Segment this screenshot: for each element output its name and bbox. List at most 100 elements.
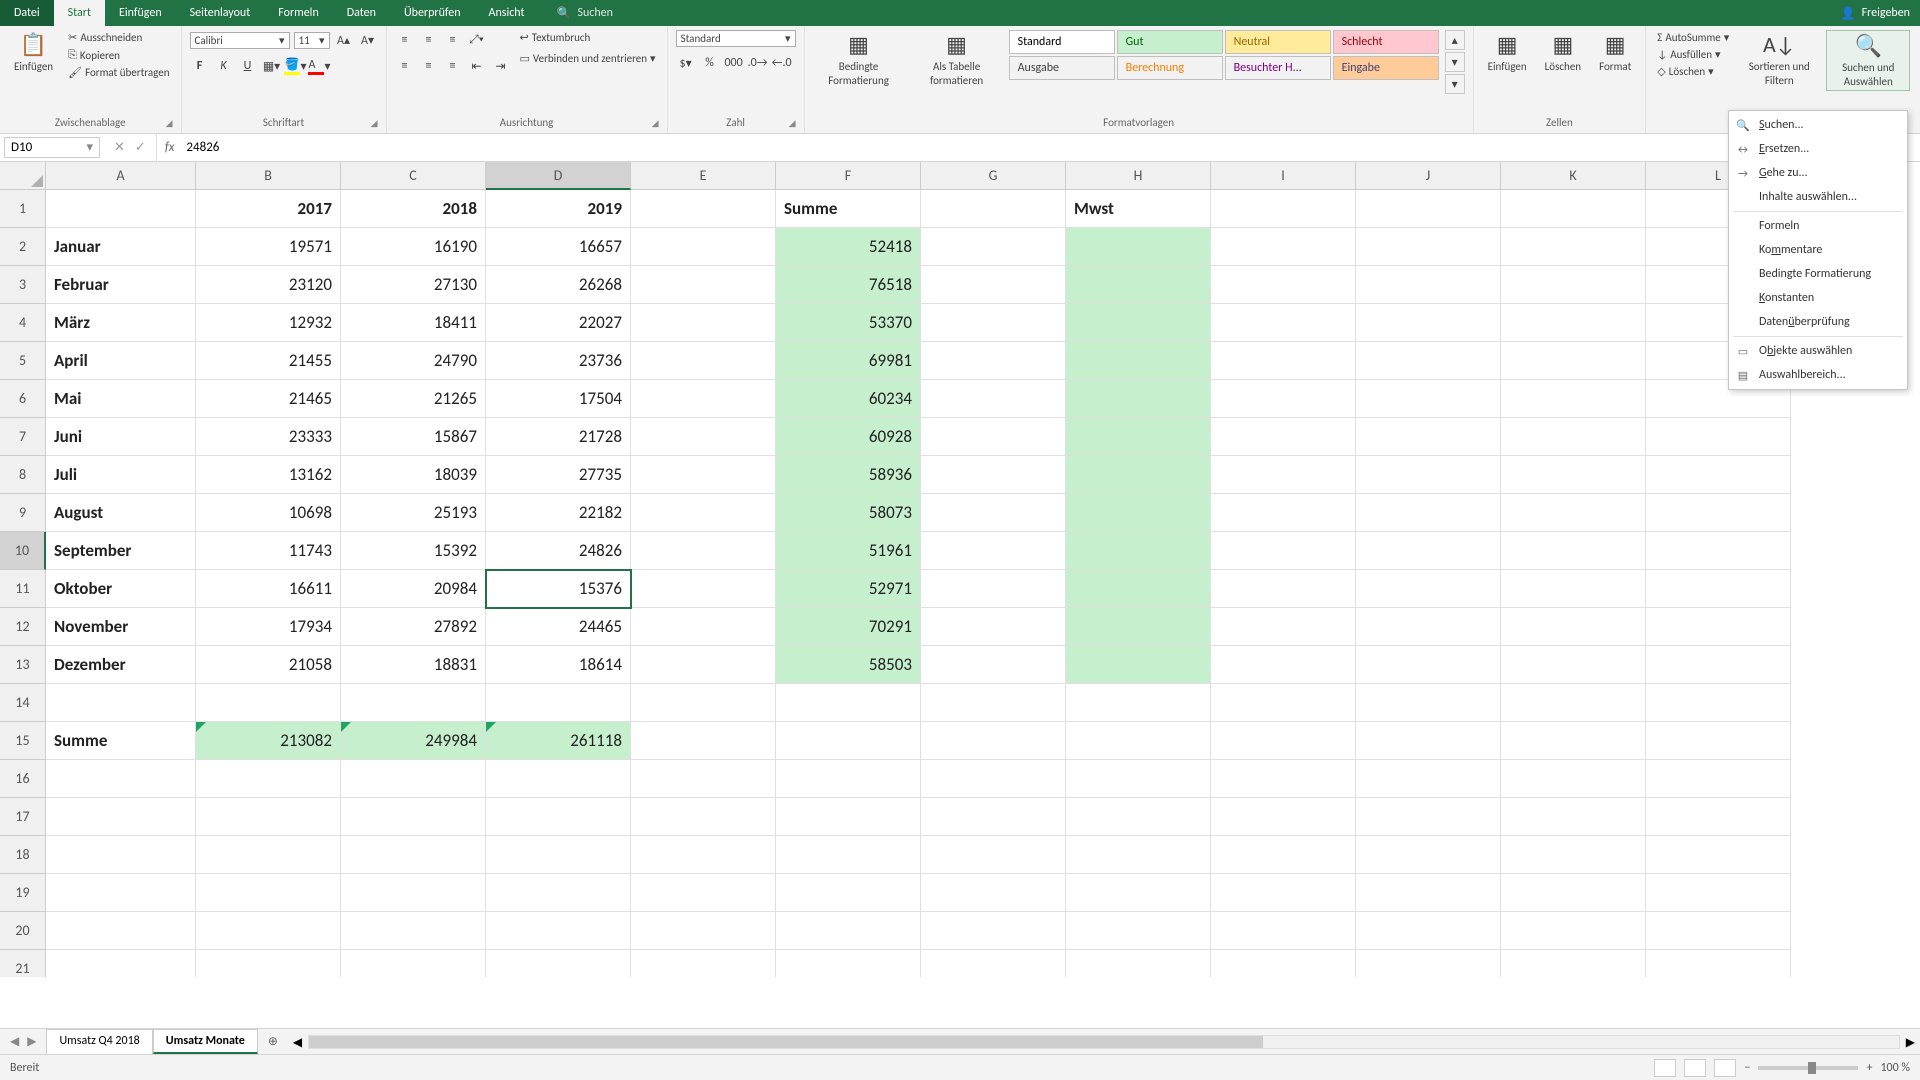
alignment-launcher[interactable]: ◢	[652, 118, 659, 129]
cell[interactable]	[1211, 608, 1356, 646]
worksheet-grid[interactable]: ABCDEFGHIJKL 123456789101112131415161718…	[0, 162, 1920, 977]
align-left-button[interactable]: ≡	[395, 56, 415, 76]
cell[interactable]	[486, 912, 631, 950]
cell[interactable]	[631, 608, 776, 646]
cell[interactable]	[1066, 228, 1211, 266]
cell[interactable]: 21455	[196, 342, 341, 380]
indent-increase-button[interactable]: ⇥	[491, 56, 511, 76]
cell[interactable]	[1066, 570, 1211, 608]
column-header[interactable]: I	[1211, 162, 1356, 190]
column-header[interactable]: E	[631, 162, 776, 190]
cell[interactable]	[631, 494, 776, 532]
cell[interactable]	[1501, 456, 1646, 494]
cell[interactable]	[46, 798, 196, 836]
column-header[interactable]: A	[46, 162, 196, 190]
cell[interactable]	[1501, 380, 1646, 418]
cell[interactable]	[921, 798, 1066, 836]
cell[interactable]: 16611	[196, 570, 341, 608]
cell[interactable]	[921, 494, 1066, 532]
cell[interactable]	[46, 836, 196, 874]
cell[interactable]	[1501, 190, 1646, 228]
scroll-right-icon[interactable]: ▶	[1906, 1035, 1915, 1050]
cell[interactable]	[1501, 608, 1646, 646]
row-header[interactable]: 14	[0, 684, 46, 722]
align-middle-button[interactable]: ≡	[419, 30, 439, 50]
increase-font-button[interactable]: A▴	[334, 30, 354, 50]
cell[interactable]: 58503	[776, 646, 921, 684]
cell[interactable]	[1646, 798, 1791, 836]
cell[interactable]	[631, 912, 776, 950]
formula-input[interactable]: 24826	[182, 140, 1920, 155]
accept-formula-button[interactable]: ✓	[135, 140, 146, 155]
row-header[interactable]: 3	[0, 266, 46, 304]
cell[interactable]	[631, 190, 776, 228]
cell[interactable]: März	[46, 304, 196, 342]
cell[interactable]: 261118	[486, 722, 631, 760]
cell[interactable]	[1211, 304, 1356, 342]
thousands-button[interactable]: 000	[724, 53, 744, 73]
cell[interactable]	[776, 722, 921, 760]
cell[interactable]	[921, 380, 1066, 418]
cell[interactable]: 249984	[341, 722, 486, 760]
cell[interactable]	[1066, 722, 1211, 760]
cells-area[interactable]: 201720182019SummeMwstJanuar1957116190166…	[46, 190, 1791, 977]
cell[interactable]: Dezember	[46, 646, 196, 684]
cell[interactable]: 17934	[196, 608, 341, 646]
cell[interactable]: Oktober	[46, 570, 196, 608]
cell[interactable]: 23333	[196, 418, 341, 456]
cell[interactable]	[1501, 836, 1646, 874]
cell[interactable]	[1501, 760, 1646, 798]
cell[interactable]	[1066, 874, 1211, 912]
cell[interactable]	[921, 646, 1066, 684]
row-header[interactable]: 5	[0, 342, 46, 380]
format-as-table-button[interactable]: ▦Als Tabelle formatieren	[911, 30, 1003, 89]
indent-decrease-button[interactable]: ⇤	[467, 56, 487, 76]
cell[interactable]	[1211, 798, 1356, 836]
cell[interactable]	[1501, 266, 1646, 304]
cell[interactable]	[921, 570, 1066, 608]
cell[interactable]	[1066, 684, 1211, 722]
sort-filter-button[interactable]: A↓Sortieren und Filtern	[1738, 30, 1820, 89]
cell[interactable]	[1356, 912, 1501, 950]
cell[interactable]	[921, 722, 1066, 760]
cell[interactable]	[1646, 836, 1791, 874]
cell[interactable]	[1356, 304, 1501, 342]
cell[interactable]	[1356, 836, 1501, 874]
cell[interactable]	[1646, 532, 1791, 570]
cell[interactable]	[1501, 912, 1646, 950]
cell[interactable]: 21465	[196, 380, 341, 418]
cell[interactable]	[776, 836, 921, 874]
cell[interactable]	[921, 950, 1066, 977]
cell[interactable]: 60928	[776, 418, 921, 456]
cell[interactable]	[631, 342, 776, 380]
menu-item[interactable]: ▭Objekte auswählen	[1729, 339, 1907, 363]
cell[interactable]	[1066, 266, 1211, 304]
cell[interactable]	[1356, 418, 1501, 456]
cell[interactable]	[921, 684, 1066, 722]
cell[interactable]	[1211, 228, 1356, 266]
cell[interactable]: 26268	[486, 266, 631, 304]
cell-style-option[interactable]: Gut	[1117, 30, 1223, 54]
align-right-button[interactable]: ≡	[443, 56, 463, 76]
cell[interactable]	[1356, 798, 1501, 836]
cell[interactable]	[1211, 722, 1356, 760]
row-header[interactable]: 4	[0, 304, 46, 342]
menu-item[interactable]: Datenüberprüfung	[1729, 310, 1907, 334]
cell-style-option[interactable]: Neutral	[1225, 30, 1331, 54]
cell[interactable]: 12932	[196, 304, 341, 342]
cell[interactable]: 16190	[341, 228, 486, 266]
row-header[interactable]: 12	[0, 608, 46, 646]
cell[interactable]	[341, 950, 486, 977]
cell[interactable]	[1211, 836, 1356, 874]
cell[interactable]	[1646, 608, 1791, 646]
font-launcher[interactable]: ◢	[371, 118, 378, 129]
font-color-button[interactable]: A▾	[310, 56, 330, 76]
cell[interactable]	[776, 798, 921, 836]
cell[interactable]	[1356, 380, 1501, 418]
cell[interactable]	[631, 456, 776, 494]
cell[interactable]	[921, 456, 1066, 494]
cell[interactable]	[196, 950, 341, 977]
menu-tab-seitenlayout[interactable]: Seitenlayout	[176, 0, 265, 26]
menu-item[interactable]: 🔍Suchen...	[1729, 113, 1907, 137]
cell[interactable]	[341, 684, 486, 722]
